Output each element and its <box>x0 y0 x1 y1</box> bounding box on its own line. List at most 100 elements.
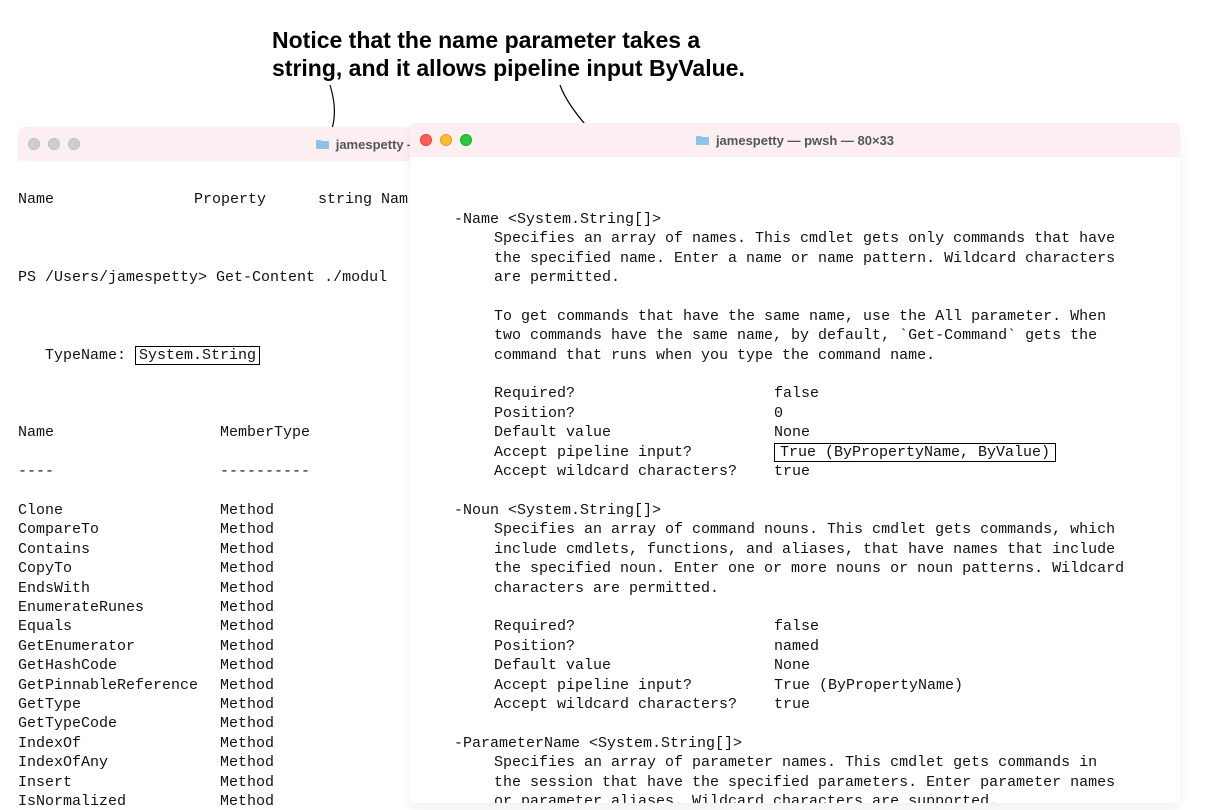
member-type: Method <box>220 792 274 807</box>
member-name: Clone <box>18 501 220 520</box>
traffic-lights-back <box>28 138 80 150</box>
member-name: GetPinnableReference <box>18 676 220 695</box>
param-attr-key: Required? <box>494 617 774 636</box>
member-type: Method <box>220 753 274 772</box>
param-attr-value: True (ByPropertyName) <box>774 676 963 695</box>
tbl-div-type: ---------- <box>220 462 310 481</box>
folder-icon <box>316 138 330 150</box>
traffic-lights-front <box>420 134 472 146</box>
member-name: IndexOf <box>18 734 220 753</box>
minimize-icon[interactable] <box>440 134 452 146</box>
param-attr-value: false <box>774 617 819 636</box>
param-attr-value: true <box>774 462 810 481</box>
typename-box: System.String <box>135 346 260 365</box>
param-attr-key: Required? <box>494 384 774 403</box>
hdr-name: Name <box>18 190 194 209</box>
tbl-div-name: ---- <box>18 462 220 481</box>
typename-label: TypeName: <box>45 347 135 364</box>
member-type: Method <box>220 773 274 792</box>
param-attr-value: None <box>774 656 810 675</box>
param-attr-value: named <box>774 637 819 656</box>
param-attr-row: Default valueNone <box>454 423 1180 442</box>
param-attr-key: Accept wildcard characters? <box>494 462 774 481</box>
ps-command: Get-Content ./modul <box>216 269 387 286</box>
blank-line <box>454 598 1180 617</box>
param-desc-line: two commands have the same name, by defa… <box>454 326 1180 345</box>
param-desc-line: characters are permitted. <box>454 579 1180 598</box>
param-desc-line: command that runs when you type the comm… <box>454 346 1180 365</box>
member-name: IsNormalized <box>18 792 220 807</box>
param-desc-line <box>454 287 1180 306</box>
member-type: Method <box>220 520 274 539</box>
param-desc-line: Specifies an array of names. This cmdlet… <box>454 229 1180 248</box>
param-attr-row: Accept wildcard characters?true <box>454 695 1180 714</box>
param-desc-line: To get commands that have the same name,… <box>454 307 1180 326</box>
param-attr-value: 0 <box>774 404 783 423</box>
titlebar-front: jamespetty — pwsh — 80×33 <box>410 123 1180 157</box>
title-text-back: jamespetty — <box>336 137 421 152</box>
member-name: EnumerateRunes <box>18 598 220 617</box>
param-desc-line: Specifies an array of command nouns. Thi… <box>454 520 1180 539</box>
param-desc-line: or parameter aliases. Wildcard character… <box>454 792 1180 803</box>
callout-line1: Notice that the name parameter takes a <box>272 27 700 53</box>
blank-line <box>454 714 1180 733</box>
param-attr-key: Position? <box>494 637 774 656</box>
member-name: CompareTo <box>18 520 220 539</box>
ps-prompt: PS /Users/jamespetty> <box>18 269 207 286</box>
zoom-icon[interactable] <box>460 134 472 146</box>
callout-line2: string, and it allows pipeline input ByV… <box>272 55 745 81</box>
param-desc-line: the session that have the specified para… <box>454 773 1180 792</box>
blank-line <box>454 482 1180 501</box>
title-text-front: jamespetty — pwsh — 80×33 <box>716 133 894 148</box>
member-type: Method <box>220 598 274 617</box>
member-type: Method <box>220 695 274 714</box>
member-name: CopyTo <box>18 559 220 578</box>
param-desc-line: the specified name. Enter a name or name… <box>454 249 1180 268</box>
param-attr-row: Required?false <box>454 384 1180 403</box>
param-attr-row: Accept pipeline input?True (ByPropertyNa… <box>454 443 1180 462</box>
member-type: Method <box>220 540 274 559</box>
member-type: Method <box>220 734 274 753</box>
param-attr-value: True (ByPropertyName, ByValue) <box>774 443 1056 462</box>
member-type: Method <box>220 579 274 598</box>
member-type: Method <box>220 714 274 733</box>
param-desc-line: the specified noun. Enter one or more no… <box>454 559 1180 578</box>
terminal-window-front: jamespetty — pwsh — 80×33 -Name <System.… <box>410 123 1180 803</box>
param-attr-key: Default value <box>494 423 774 442</box>
param-attr-row: Position?0 <box>454 404 1180 423</box>
param-attr-value: None <box>774 423 810 442</box>
param-attr-key: Accept pipeline input? <box>494 443 774 462</box>
window-title-front: jamespetty — pwsh — 80×33 <box>696 133 894 148</box>
callout-text: Notice that the name parameter takes a s… <box>272 27 772 82</box>
param-attr-row: Accept pipeline input?True (ByPropertyNa… <box>454 676 1180 695</box>
hdr-prop: Property <box>194 190 318 209</box>
param-header: -ParameterName <System.String[]> <box>454 734 1180 753</box>
param-attr-row: Position?named <box>454 637 1180 656</box>
param-header: -Noun <System.String[]> <box>454 501 1180 520</box>
folder-icon <box>696 134 710 146</box>
blank-line <box>454 365 1180 384</box>
param-desc-line: Specifies an array of parameter names. T… <box>454 753 1180 772</box>
hdr-def: string Nam <box>318 191 408 208</box>
param-header: -Name <System.String[]> <box>454 210 1180 229</box>
minimize-icon[interactable] <box>48 138 60 150</box>
param-attr-value: false <box>774 384 819 403</box>
member-name: GetType <box>18 695 220 714</box>
member-name: GetHashCode <box>18 656 220 675</box>
param-attr-row: Accept wildcard characters?true <box>454 462 1180 481</box>
param-attr-key: Position? <box>494 404 774 423</box>
param-attr-key: Default value <box>494 656 774 675</box>
terminal-content-front[interactable]: -Name <System.String[]>Specifies an arra… <box>410 157 1180 803</box>
close-icon[interactable] <box>28 138 40 150</box>
param-desc-line: are permitted. <box>454 268 1180 287</box>
member-type: Method <box>220 656 274 675</box>
member-type: Method <box>220 559 274 578</box>
param-desc-line: include cmdlets, functions, and aliases,… <box>454 540 1180 559</box>
member-type: Method <box>220 617 274 636</box>
member-type: Method <box>220 501 274 520</box>
window-title-back: jamespetty — <box>316 137 421 152</box>
member-name: GetEnumerator <box>18 637 220 656</box>
zoom-icon[interactable] <box>68 138 80 150</box>
param-attr-key: Accept wildcard characters? <box>494 695 774 714</box>
close-icon[interactable] <box>420 134 432 146</box>
